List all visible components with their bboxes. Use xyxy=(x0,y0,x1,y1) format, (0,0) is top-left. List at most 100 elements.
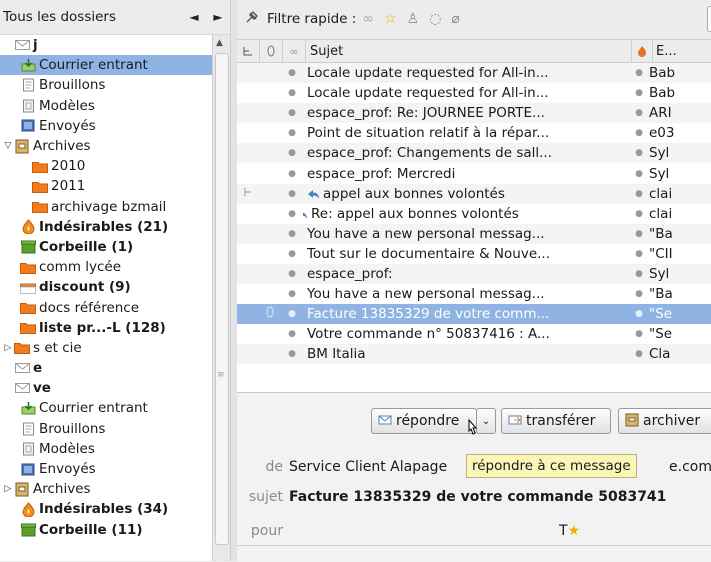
read-status-dot-icon[interactable]: ● xyxy=(281,229,303,239)
junk-status-dot-icon[interactable]: ● xyxy=(629,309,649,319)
contact-icon[interactable]: ♙ xyxy=(407,11,420,27)
folder-pane-title[interactable]: Tous les dossiers xyxy=(3,9,182,25)
read-status-dot-icon[interactable]: ● xyxy=(281,349,303,359)
sender-column-header[interactable]: E... xyxy=(653,40,703,62)
from-address-suffix[interactable]: e.com> xyxy=(669,459,711,475)
junk-status-dot-icon[interactable]: ● xyxy=(629,68,649,78)
read-status-dot-icon[interactable]: ● xyxy=(281,88,303,98)
quick-filter-search-input[interactable] xyxy=(707,6,711,32)
read-status-dot-icon[interactable]: ● xyxy=(281,148,303,158)
junk-status-dot-icon[interactable]: ● xyxy=(629,209,649,219)
folder-item[interactable]: archivage bzmail xyxy=(0,197,212,217)
message-row[interactable]: ● Locale update requested for All-in... ● B… xyxy=(237,83,711,103)
thread-column-icon[interactable] xyxy=(237,40,260,62)
read-status-dot-icon[interactable]: ● xyxy=(281,269,303,279)
folder-item[interactable]: liste pr...-L (128) xyxy=(0,318,212,338)
junk-status-dot-icon[interactable]: ● xyxy=(629,229,649,239)
junk-status-dot-icon[interactable]: ● xyxy=(629,88,649,98)
read-status-dot-icon[interactable]: ● xyxy=(281,189,303,199)
reply-button[interactable]: répondre xyxy=(371,408,477,434)
folder-item[interactable]: docs référence xyxy=(0,297,212,317)
scroll-up-icon[interactable]: ▲ xyxy=(216,38,223,48)
expanded-twisty-icon[interactable]: ▽ xyxy=(2,136,14,156)
message-row[interactable]: ● espace_prof: ● Syl xyxy=(237,263,711,285)
folder-item[interactable]: Courrier entrant xyxy=(0,55,212,76)
message-row[interactable]: ● espace_prof: Mercredi ● Syl xyxy=(237,163,711,183)
junk-status-dot-icon[interactable]: ● xyxy=(629,128,649,138)
junk-status-dot-icon[interactable]: ● xyxy=(629,169,649,179)
archive-button[interactable]: archiver xyxy=(618,408,711,434)
read-status-dot-icon[interactable]: ● xyxy=(281,108,303,118)
junk-status-dot-icon[interactable]: ● xyxy=(629,269,649,279)
attachment-icon[interactable]: ⌀ xyxy=(451,11,459,27)
folder-item[interactable]: ▽ Archives xyxy=(0,136,212,156)
junk-status-dot-icon[interactable]: ● xyxy=(629,249,649,259)
folder-item[interactable]: Indésirables (21) xyxy=(0,217,212,237)
junk-status-dot-icon[interactable]: ● xyxy=(629,329,649,339)
folder-item[interactable]: Indésirables (34) xyxy=(0,499,212,519)
folder-item[interactable]: Corbeille (1) xyxy=(0,237,212,257)
message-row[interactable]: ●▽appel aux bonnes volontés●clai xyxy=(237,183,711,204)
junk-column-icon[interactable] xyxy=(632,40,653,62)
link-icon[interactable]: ∞ xyxy=(362,11,374,27)
reply-dropdown-button[interactable]: ⌄ xyxy=(476,408,496,434)
folder-item[interactable]: discount (9) xyxy=(0,277,212,297)
to-value[interactable]: T xyxy=(559,523,568,539)
tag-icon[interactable]: ◌ xyxy=(429,11,441,27)
message-row[interactable]: ● Re: appel aux bonnes volontés ● clai xyxy=(237,204,711,224)
pane-splitter[interactable] xyxy=(230,0,237,561)
folder-item[interactable]: ▷ s et cie xyxy=(0,338,212,358)
from-value[interactable]: Service Client Alapage xyxy=(289,459,447,475)
message-row[interactable]: ● Votre commande n° 50837416 : A... ● "Se xyxy=(237,324,711,344)
folder-item[interactable]: 2010 xyxy=(0,156,212,176)
folder-item[interactable]: Brouillons xyxy=(0,419,212,439)
junk-status-dot-icon[interactable]: ● xyxy=(629,108,649,118)
message-row[interactable]: ● Locale update requested for All-in... ● B… xyxy=(237,63,711,84)
folder-item[interactable]: Envoyés xyxy=(0,459,212,479)
message-row[interactable]: ● Point de situation relatif à la répar..… xyxy=(237,123,711,143)
folder-item[interactable]: j xyxy=(0,35,212,55)
folder-item[interactable]: comm lycée xyxy=(0,257,212,277)
junk-status-dot-icon[interactable]: ● xyxy=(629,349,649,359)
message-row[interactable]: ● espace_prof: Re: JOURNEE PORTE... ● ARI xyxy=(237,103,711,124)
folder-scrollbar-thumb[interactable] xyxy=(215,53,229,545)
folder-item[interactable]: e xyxy=(0,358,212,378)
previous-view-arrow-icon[interactable]: ◄ xyxy=(182,10,206,24)
folder-item[interactable]: ▷ Archives xyxy=(0,479,212,499)
subject-column-header[interactable]: Sujet xyxy=(306,40,632,62)
junk-status-dot-icon[interactable]: ● xyxy=(629,189,649,199)
folder-item[interactable]: Corbeille (11) xyxy=(0,520,212,540)
folder-item[interactable]: Modèles xyxy=(0,96,212,116)
message-row[interactable]: ● Facture 13835329 de votre comm... ● "Se xyxy=(237,304,711,325)
read-status-dot-icon[interactable]: ● xyxy=(281,289,303,299)
message-row[interactable]: ● You have a new personal messag... ● "Ba xyxy=(237,223,711,244)
forward-button[interactable]: transférer xyxy=(501,408,611,434)
folder-item[interactable]: ve xyxy=(0,378,212,398)
read-column-icon[interactable]: ∞ xyxy=(283,40,306,62)
star-icon[interactable]: ☆ xyxy=(384,11,397,27)
attachment-column-icon[interactable] xyxy=(260,40,283,62)
read-status-dot-icon[interactable]: ● xyxy=(281,169,303,179)
message-row[interactable]: ● Tout sur le documentaire & Nouve... ● "CI… xyxy=(237,244,711,264)
star-icon[interactable]: ★ xyxy=(568,523,581,539)
read-status-dot-icon[interactable]: ● xyxy=(281,128,303,138)
message-row[interactable]: ● BM Italia ● Cla xyxy=(237,344,711,365)
collapsed-twisty-icon[interactable]: ▷ xyxy=(2,338,14,358)
read-status-dot-icon[interactable]: ● xyxy=(281,249,303,259)
junk-status-dot-icon[interactable]: ● xyxy=(629,289,649,299)
message-row[interactable]: ● espace_prof: Changements de sall... ● Syl xyxy=(237,143,711,164)
read-status-dot-icon[interactable]: ● xyxy=(281,209,303,219)
collapsed-twisty-icon[interactable]: ▷ xyxy=(2,479,14,499)
folder-item[interactable]: Brouillons xyxy=(0,75,212,95)
folder-item[interactable]: Envoyés xyxy=(0,116,212,136)
folder-item[interactable]: 2011 xyxy=(0,176,212,196)
folder-scrollbar[interactable]: ▲ ≡ xyxy=(212,35,230,561)
folder-item[interactable]: Courrier entrant xyxy=(0,398,212,418)
message-row[interactable]: ● You have a new personal messag... ● "Ba xyxy=(237,284,711,304)
read-status-dot-icon[interactable]: ● xyxy=(281,329,303,339)
folder-item[interactable]: Modèles xyxy=(0,439,212,459)
next-view-arrow-icon[interactable]: ► xyxy=(206,10,230,24)
read-status-dot-icon[interactable]: ● xyxy=(281,68,303,78)
junk-status-dot-icon[interactable]: ● xyxy=(629,148,649,158)
read-status-dot-icon[interactable]: ● xyxy=(281,309,303,319)
